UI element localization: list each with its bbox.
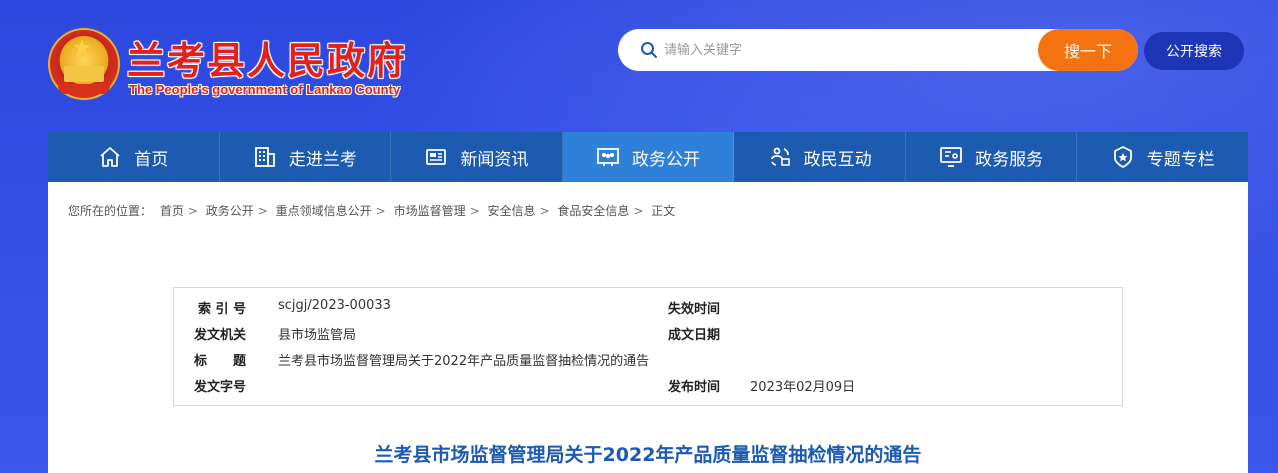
nav-item-label: 政务服务 <box>975 149 1044 170</box>
breadcrumb-item-food-safety[interactable]: 食品安全信息 <box>557 204 629 218</box>
issuer-label: 发文机关 <box>194 328 247 343</box>
site-subtitle: The People's government of Lankao County <box>129 82 401 97</box>
nav-item-gov-affairs[interactable]: 政务公开 <box>562 132 735 182</box>
building-icon <box>254 147 275 167</box>
issuer-value: 县市场监管局 <box>278 328 357 343</box>
nav-item-interaction[interactable]: 政民互动 <box>734 132 906 182</box>
breadcrumb-separator: > <box>469 204 480 218</box>
breadcrumb-separator: > <box>539 204 550 218</box>
nav-item-services[interactable]: 政务服务 <box>906 132 1078 182</box>
nav-item-topics[interactable]: 专题专栏 <box>1077 132 1248 182</box>
nav-item-label: 首页 <box>134 149 169 170</box>
info-row: 标 题 兰考县市场监督管理局关于2022年产品质量监督抽检情况的通告 <box>174 350 1122 376</box>
breadcrumb: 您所在的位置： 首页 > 政务公开 > 重点领域信息公开 > 市场监督管理 > 安全信息… <box>68 202 679 219</box>
expire-label: 失效时间 <box>668 302 721 317</box>
index-label: 索 引 号 <box>198 302 247 317</box>
badge-star-icon <box>1113 146 1132 168</box>
breadcrumb-item-gov-affairs[interactable]: 政务公开 <box>206 204 254 218</box>
search-input[interactable] <box>664 37 1034 63</box>
info-row: 发文机关 县市场监管局 成文日期 <box>174 324 1122 350</box>
info-row: 发文字号 发布时间 2023年02月09日 <box>174 376 1122 402</box>
nav-item-label: 新闻资讯 <box>460 149 529 170</box>
publish-value: 2023年02月09日 <box>750 380 856 395</box>
info-row: 索 引 号 scjgj/2023-00033 失效时间 <box>174 298 1122 324</box>
publish-label: 发布时间 <box>668 380 721 395</box>
nav-item-label: 走进兰考 <box>288 149 357 170</box>
nav-item-label: 政务公开 <box>632 149 701 170</box>
subject-label: 标 题 <box>194 354 247 369</box>
people-board-icon <box>597 148 619 166</box>
search-icon <box>641 42 657 58</box>
site-header: ★ 兰考县人民政府 The People's government of Lan… <box>0 0 1278 132</box>
nav-item-label: 政民互动 <box>803 149 872 170</box>
created-label: 成文日期 <box>668 328 721 343</box>
public-search-button[interactable]: 公开搜索 <box>1144 32 1244 70</box>
search-box: 搜一下 <box>618 29 1138 71</box>
document-info-table: 索 引 号 scjgj/2023-00033 失效时间 发文机关 县市场监管局 … <box>173 287 1123 406</box>
nav-item-about[interactable]: 走进兰考 <box>220 132 392 182</box>
main-nav: 首页 走进兰考 新闻资讯 政务公开 政民互动 政务服务 专题专栏 <box>48 132 1248 182</box>
docno-label: 发文字号 <box>194 380 247 395</box>
main-content: 您所在的位置： 首页 > 政务公开 > 重点领域信息公开 > 市场监督管理 > 安全信息… <box>48 182 1248 473</box>
national-emblem-icon: ★ <box>48 28 120 100</box>
nav-item-home[interactable]: 首页 <box>48 132 220 182</box>
site-title[interactable]: 兰考县人民政府 <box>127 30 407 85</box>
breadcrumb-item-market-supervision[interactable]: 市场监督管理 <box>394 204 466 218</box>
home-icon <box>100 147 120 167</box>
nav-item-label: 专题专栏 <box>1146 149 1215 170</box>
newspaper-icon <box>426 149 447 165</box>
index-value: scjgj/2023-00033 <box>278 298 391 313</box>
breadcrumb-item-safety-info[interactable]: 安全信息 <box>487 204 535 218</box>
interaction-icon <box>770 147 790 166</box>
breadcrumb-item-key-areas[interactable]: 重点领域信息公开 <box>276 204 372 218</box>
breadcrumb-separator: > <box>187 204 198 218</box>
breadcrumb-separator: > <box>633 204 644 218</box>
article-title: 兰考县市场监督管理局关于2022年产品质量监督抽检情况的通告 <box>374 444 922 466</box>
search-button[interactable]: 搜一下 <box>1038 29 1138 71</box>
breadcrumb-prefix: 您所在的位置： <box>68 204 153 218</box>
breadcrumb-item-current: 正文 <box>651 204 676 218</box>
breadcrumb-separator: > <box>375 204 386 218</box>
nav-item-news[interactable]: 新闻资讯 <box>391 132 563 182</box>
subject-value: 兰考县市场监督管理局关于2022年产品质量监督抽检情况的通告 <box>278 354 650 369</box>
breadcrumb-separator: > <box>257 204 268 218</box>
service-monitor-icon <box>940 147 963 167</box>
breadcrumb-item-home[interactable]: 首页 <box>160 204 184 218</box>
